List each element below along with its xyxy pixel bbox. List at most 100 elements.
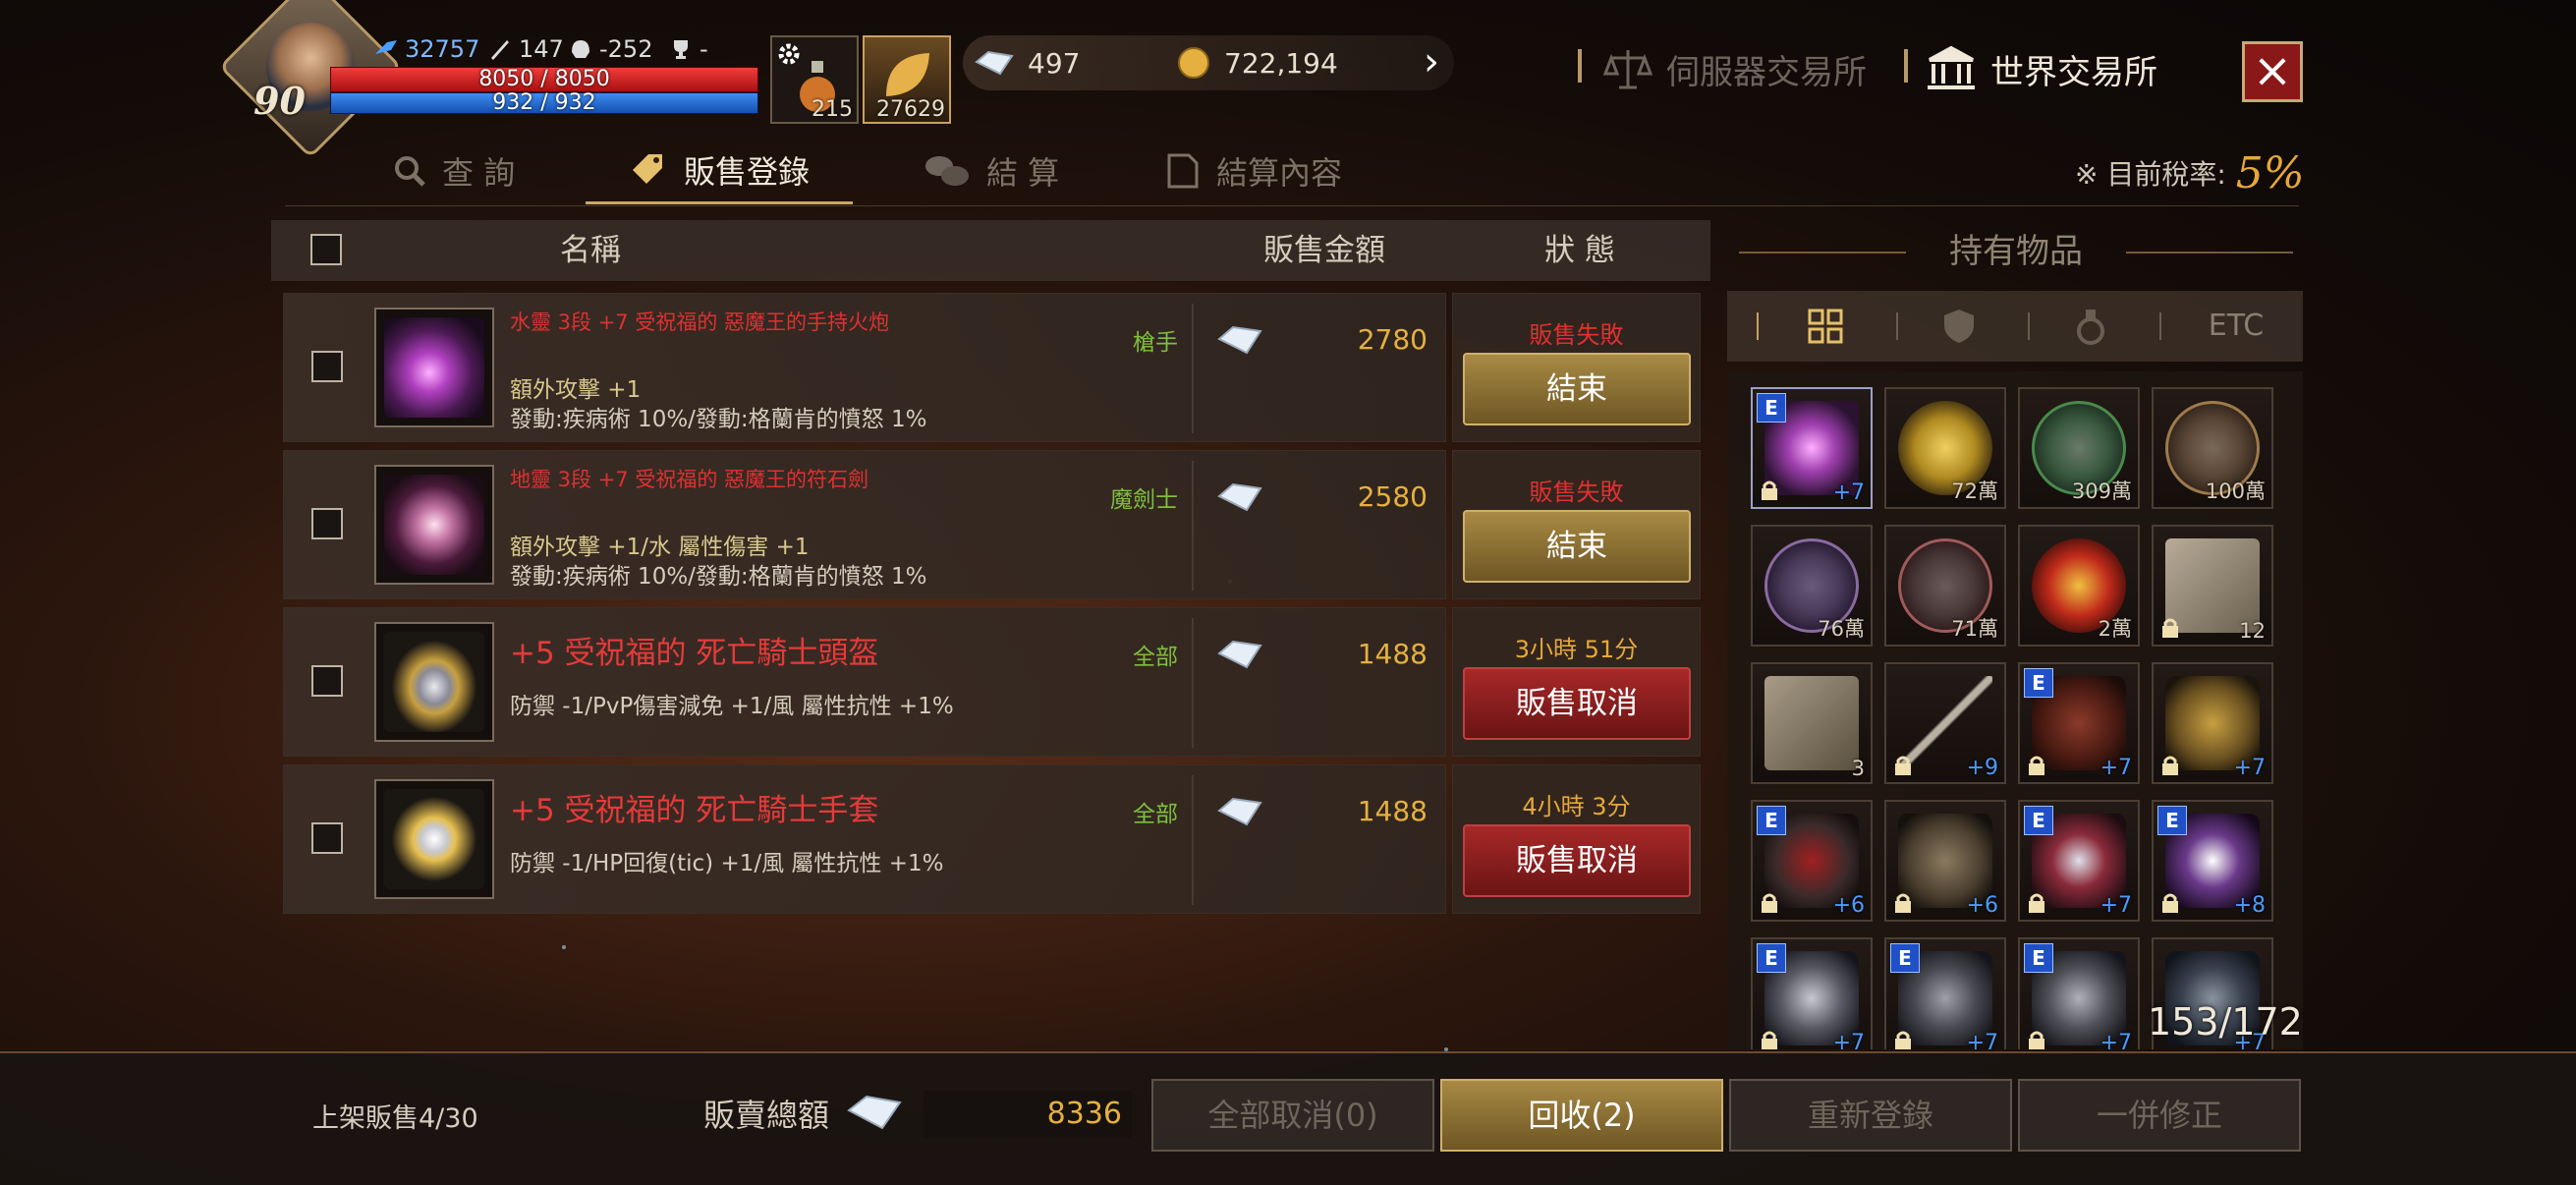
inventory-slot[interactable]: E +6 [1751,800,1873,922]
world-exchange-label: 世界交易所 [1990,52,2157,92]
inventory-slot[interactable]: E +7 [2018,662,2140,784]
item-name: 地靈 3段 +7 受祝福的 惡魔王的符石劍 [510,468,869,491]
lock-icon [1895,1031,1911,1049]
inventory-slot[interactable]: 100萬 [2152,387,2273,509]
listing-row[interactable]: 水靈 3段 +7 受祝福的 惡魔王的手持火炮 額外攻擊 +1 發動:疾病術 10… [283,293,1701,442]
server-exchange-tab[interactable]: 伺服器交易所 [1603,39,1867,98]
item-stat-line: 防禦 -1/HP回復(tic) +1/風 屬性抗性 +1% [510,851,944,876]
filter-etc[interactable]: ETC [2187,291,2285,362]
inventory-slot[interactable]: 12 [2152,525,2273,647]
price-tag-icon [632,153,662,184]
helmet-item-icon [374,622,494,742]
helmet-icon [572,40,589,58]
header-name: 名稱 [560,233,621,268]
slot-label: +7 [1832,480,1865,505]
inventory-slot[interactable]: E +7 [1751,387,1873,509]
collect-button[interactable]: 回收(2) [1440,1079,1723,1152]
close-button[interactable]: × [2242,41,2303,102]
tab-search[interactable]: 查 詢 [393,138,589,204]
inventory-title: 持有物品 [1729,222,2303,281]
listing-row[interactable]: +5 受祝福的 死亡騎士手套 防禦 -1/HP回復(tic) +1/風 屬性抗性… [283,764,1701,914]
tax-rate-value: 5% [2235,147,2305,198]
inventory-slot[interactable]: E +7 [2018,937,2140,1049]
listing-row[interactable]: +5 受祝福的 死亡騎士頭盔 防禦 -1/PvP傷害減免 +1/風 屬性抗性 +… [283,607,1701,757]
row-checkbox[interactable] [311,508,343,539]
slot-label: +6 [1832,893,1865,918]
listing-time-remaining: 4小時 3分 [1522,793,1631,820]
item-class: 魔劍士 [1110,487,1178,513]
world-exchange-tab[interactable]: 世界交易所 [1926,39,2157,98]
end-listing-button[interactable]: 結束 [1463,510,1691,583]
slot-label: +8 [2233,893,2266,918]
cancel-sale-button[interactable]: 販售取消 [1463,824,1691,897]
enchant-badge: E [1757,806,1786,835]
defense-value: -252 [599,35,653,63]
header-status: 狀 態 [1544,233,1615,268]
potion-quickslot[interactable]: 215 [770,35,859,124]
leaf-quickslot[interactable]: 27629 [863,35,951,124]
mp-text: 932 / 932 [492,90,596,115]
listing-status: 販售失敗 [1529,479,1624,506]
tab-sale-registration[interactable]: 販售登錄 [586,138,853,204]
slot-label: 72萬 [1951,480,1998,503]
search-icon [395,156,425,187]
inventory-slot[interactable]: 72萬 [1884,387,2006,509]
tab-search-label: 查 詢 [442,154,516,192]
background-spark [562,945,566,949]
filter-all-grid-icon[interactable] [1786,291,1865,362]
inventory-capacity: 153/172 [2148,1000,2303,1044]
inventory-slot[interactable]: 71萬 [1884,525,2006,647]
chevron-right-icon[interactable]: › [1407,37,1456,86]
diamond-value: 497 [1028,46,1081,80]
cancel-sale-button[interactable]: 販售取消 [1463,667,1691,740]
inventory-slot[interactable]: E +7 [1751,937,1873,1049]
select-all-checkbox[interactable] [310,234,342,265]
inventory-slot[interactable]: E +7 [1884,937,2006,1049]
listing-time-remaining: 3小時 51分 [1514,636,1639,663]
inventory-slot[interactable]: +9 [1884,662,2006,784]
slot-label: +7 [1832,1031,1865,1049]
slot-label: 76萬 [1818,617,1865,641]
server-exchange-label: 伺服器交易所 [1666,52,1867,92]
item-price: 2580 [1357,480,1428,513]
tab-settlement-details[interactable]: 結算內容 [1165,138,1460,204]
item-name: +5 受祝福的 死亡騎士頭盔 [510,636,879,671]
item-class: 全部 [1133,802,1178,827]
inventory-slot[interactable]: E +7 [2018,800,2140,922]
defense-stat: -252 [568,31,652,67]
filter-equipment-shield-icon[interactable] [1920,291,1998,362]
tab-settlement[interactable]: 結 算 [924,138,1159,204]
enchant-badge: E [1890,943,1920,973]
row-checkbox[interactable] [311,822,343,854]
inventory-slot[interactable]: 2萬 [2018,525,2140,647]
row-checkbox[interactable] [311,351,343,382]
row-checkbox[interactable] [311,665,343,697]
batch-edit-button[interactable]: 一併修正 [2018,1079,2301,1152]
enchant-badge: E [1757,943,1786,973]
inventory-slot[interactable]: 3 [1751,662,1873,784]
listing-status: 販售失敗 [1529,321,1624,349]
inventory-slot[interactable]: 76萬 [1751,525,1873,647]
divider [1578,49,1582,83]
cancel-all-button[interactable]: 全部取消(0) [1151,1079,1434,1152]
inventory-slot[interactable]: +6 [1884,800,2006,922]
inventory-slot[interactable]: E +8 [2152,800,2273,922]
inventory-slot[interactable]: 309萬 [2018,387,2140,509]
filter-consumable-potion-icon[interactable] [2051,291,2130,362]
item-stat-line: 額外攻擊 +1/水 屬性傷害 +1 [510,535,810,560]
diamond-icon [847,1095,902,1130]
gold-coin-icon [1178,47,1209,79]
sales-total-label: 販賣總額 [703,1097,830,1134]
end-listing-button[interactable]: 結束 [1463,353,1691,425]
lock-icon [2162,756,2178,775]
tab-bar: 查 詢 販售登錄 結 算 結算內容 [285,138,2299,206]
power-value: 32757 [405,35,480,63]
listing-row[interactable]: 地靈 3段 +7 受祝福的 惡魔王的符石劍 額外攻擊 +1/水 屬性傷害 +1 … [283,450,1701,599]
relist-button[interactable]: 重新登錄 [1729,1079,2012,1152]
mp-bar: 932 / 932 [330,92,758,114]
attack-stat: 147 [487,31,564,67]
diamond-icon [1217,640,1262,669]
inventory-slot[interactable]: +7 [2152,662,2273,784]
listing-count: 上架販售4/30 [312,1103,478,1134]
sword-icon [491,40,509,60]
